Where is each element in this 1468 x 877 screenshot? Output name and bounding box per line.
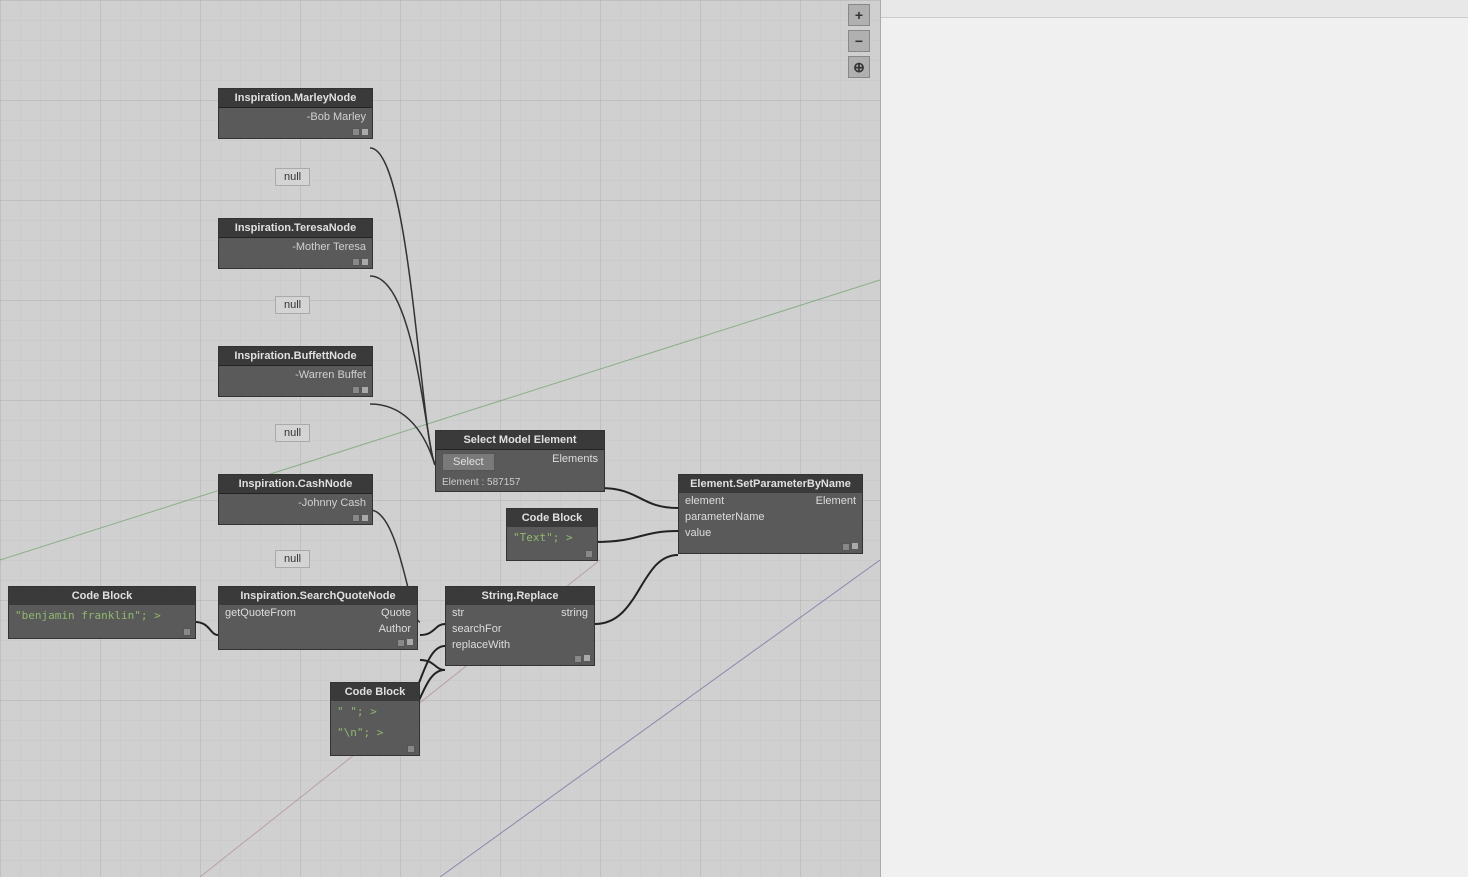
fit-button[interactable]: ⊕ — [848, 56, 870, 78]
string-replace-header: String.Replace — [446, 587, 594, 605]
zoom-out-button[interactable]: − — [848, 30, 870, 52]
canvas[interactable]: + − ⊕ Inspiration.MarleyNode -Bob Marley — [0, 0, 880, 877]
get-quote-from-label: getQuoteFrom — [225, 607, 296, 619]
set-param-port — [842, 543, 850, 551]
set-param-footer — [679, 541, 862, 553]
teresa-node-header: Inspiration.TeresaNode — [219, 219, 372, 238]
code-block-text-node: Code Block "Text"; > — [506, 508, 598, 561]
zoom-in-button[interactable]: + — [848, 4, 870, 26]
marley-node-body: -Bob Marley — [219, 108, 372, 126]
search-quote-node: Inspiration.SearchQuoteNode getQuoteFrom… — [218, 586, 418, 650]
code-block-small-line2: "\n"; > — [331, 722, 419, 743]
element-out-label: Element — [816, 495, 856, 507]
replace-with-port: replaceWith — [446, 637, 594, 653]
search-for-port: searchFor — [446, 621, 594, 637]
elements-label: Elements — [552, 453, 598, 471]
marley-node-footer — [219, 126, 372, 138]
search-quote-port2: Author — [219, 621, 417, 637]
buffett-dot — [362, 387, 368, 393]
teresa-port — [352, 258, 360, 266]
code-block-text-header: Code Block — [507, 509, 597, 527]
buffett-node-body: -Warren Buffet — [219, 366, 372, 384]
search-quote-port1: getQuoteFrom Quote — [219, 605, 417, 621]
search-quote-header: Inspiration.SearchQuoteNode — [219, 587, 417, 605]
teresa-node: Inspiration.TeresaNode -Mother Teresa — [218, 218, 373, 269]
cash-node: Inspiration.CashNode -Johnny Cash — [218, 474, 373, 525]
buffett-node: Inspiration.BuffettNode -Warren Buffet — [218, 346, 373, 397]
select-model-row1: Select Elements — [436, 450, 604, 474]
buffett-node-footer — [219, 384, 372, 396]
teresa-dot — [362, 259, 368, 265]
marley-node-header: Inspiration.MarleyNode — [219, 89, 372, 108]
replace-with-label: replaceWith — [452, 639, 510, 651]
code-block-small-footer — [331, 743, 419, 755]
param-name-label: parameterName — [685, 511, 764, 523]
replace-dot — [584, 655, 590, 661]
right-panel-header — [881, 0, 1468, 18]
code-block-main-header: Code Block — [9, 587, 195, 605]
marley-dot — [362, 129, 368, 135]
set-param-node: Element.SetParameterByName element Eleme… — [678, 474, 863, 554]
cash-dot — [362, 515, 368, 521]
author-label: Author — [379, 623, 411, 635]
code-block-text-footer — [507, 548, 597, 560]
str-port: str string — [446, 605, 594, 621]
set-param-dot — [852, 543, 858, 549]
buffett-null: null — [275, 424, 310, 442]
right-panel — [880, 0, 1468, 877]
marley-port — [352, 128, 360, 136]
search-quote-dot — [407, 639, 413, 645]
set-param-row1: element Element — [679, 493, 862, 509]
code-block-small-header: Code Block — [331, 683, 419, 701]
code-small-port — [407, 745, 415, 753]
buffett-port — [352, 386, 360, 394]
set-param-header: Element.SetParameterByName — [679, 475, 862, 493]
buffett-node-header: Inspiration.BuffettNode — [219, 347, 372, 366]
quote-label: Quote — [381, 607, 411, 619]
value-label: value — [685, 527, 711, 539]
str-label: str — [452, 607, 464, 619]
replace-footer — [446, 653, 594, 665]
search-quote-port-indicator — [397, 639, 405, 647]
string-replace-node: String.Replace str string searchFor repl… — [445, 586, 595, 666]
element-in-label: element — [685, 495, 724, 507]
select-element-value: Element : 587157 — [436, 474, 604, 491]
search-quote-footer — [219, 637, 417, 649]
search-for-label: searchFor — [452, 623, 502, 635]
marley-node: Inspiration.MarleyNode -Bob Marley — [218, 88, 373, 139]
select-model-node: Select Model Element Select Elements Ele… — [435, 430, 605, 492]
code-block-main-body: "benjamin franklin"; > — [9, 605, 195, 626]
teresa-node-footer — [219, 256, 372, 268]
string-out-label: string — [561, 607, 588, 619]
code-block-main-footer — [9, 626, 195, 638]
set-param-row2: parameterName — [679, 509, 862, 525]
cash-null: null — [275, 550, 310, 568]
code-text-port — [585, 550, 593, 558]
code-block-small-node: Code Block " "; > "\n"; > — [330, 682, 420, 756]
cash-node-body: -Johnny Cash — [219, 494, 372, 512]
code-main-port — [183, 628, 191, 636]
teresa-node-body: -Mother Teresa — [219, 238, 372, 256]
select-button[interactable]: Select — [442, 453, 495, 471]
set-param-row3: value — [679, 525, 862, 541]
teresa-null: null — [275, 296, 310, 314]
code-block-main-node: Code Block "benjamin franklin"; > — [8, 586, 196, 639]
cash-node-footer — [219, 512, 372, 524]
replace-port-indicator — [574, 655, 582, 663]
code-block-small-line1: " "; > — [331, 701, 419, 722]
code-block-text-body: "Text"; > — [507, 527, 597, 548]
select-model-header: Select Model Element — [436, 431, 604, 450]
cash-port — [352, 514, 360, 522]
cash-node-header: Inspiration.CashNode — [219, 475, 372, 494]
marley-null: null — [275, 168, 310, 186]
